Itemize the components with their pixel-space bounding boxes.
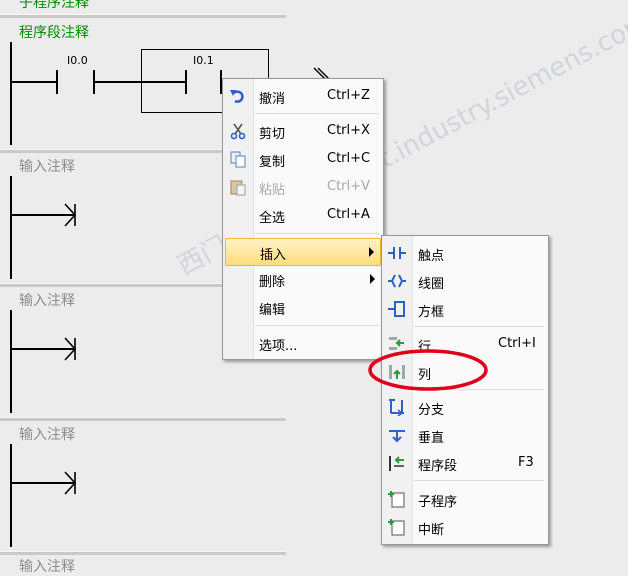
power-rail bbox=[10, 42, 12, 145]
power-rail bbox=[10, 444, 12, 547]
context-menu: 撤消 Ctrl+Z 剪切 Ctrl+X 复制 Ctrl+C 粘贴 Ctrl+V … bbox=[222, 78, 384, 360]
network-icon bbox=[389, 456, 404, 471]
contact-i0-1-left[interactable] bbox=[185, 70, 187, 94]
submenu-item-network[interactable]: 程序段 F3 bbox=[384, 450, 546, 476]
box-icon bbox=[388, 301, 405, 317]
scissors-icon bbox=[230, 123, 246, 140]
annotation-ellipse bbox=[368, 349, 488, 391]
contact-i0-1-label[interactable]: I0.1 bbox=[193, 54, 214, 67]
branch-icon bbox=[389, 399, 404, 416]
menu-item-cut[interactable]: 剪切 Ctrl+X bbox=[225, 118, 381, 144]
contact-icon bbox=[388, 247, 406, 259]
submenu-item-contact[interactable]: 触点 bbox=[384, 240, 546, 266]
subroutine-icon bbox=[388, 491, 405, 508]
submenu-item-subroutine[interactable]: 子程序 bbox=[384, 486, 546, 512]
network-comment[interactable]: 程序段注释 bbox=[19, 22, 89, 42]
paste-icon bbox=[230, 180, 246, 196]
network-separator bbox=[0, 417, 286, 421]
menu-item-insert[interactable]: 插入 bbox=[225, 238, 381, 266]
menu-item-delete[interactable]: 删除 bbox=[225, 266, 381, 292]
copy-icon bbox=[230, 151, 246, 168]
interrupt-icon bbox=[388, 519, 405, 536]
network-separator bbox=[0, 14, 286, 18]
network-comment[interactable]: 输入注释 bbox=[19, 424, 75, 444]
menu-item-options[interactable]: 选项... bbox=[225, 330, 381, 356]
menu-item-edit[interactable]: 编辑 bbox=[225, 294, 381, 320]
menu-item-select-all[interactable]: 全选 Ctrl+A bbox=[225, 202, 381, 228]
rung-wire bbox=[12, 81, 56, 83]
undo-icon bbox=[230, 90, 244, 103]
insert-point-icon bbox=[64, 203, 77, 227]
menu-item-undo[interactable]: 撤消 Ctrl+Z bbox=[225, 83, 381, 109]
insert-point-icon bbox=[64, 337, 77, 361]
menu-separator bbox=[414, 326, 544, 327]
network-comment[interactable]: 输入注释 bbox=[19, 156, 75, 176]
power-rail bbox=[10, 310, 12, 413]
coil-icon bbox=[388, 274, 406, 288]
submenu-item-interrupt[interactable]: 中断 bbox=[384, 514, 546, 540]
submenu-arrow-icon bbox=[370, 274, 375, 284]
submenu-item-branch[interactable]: 分支 bbox=[384, 394, 546, 420]
insert-point-icon bbox=[64, 471, 77, 495]
menu-item-paste[interactable]: 粘贴 Ctrl+V bbox=[225, 174, 381, 200]
submenu-item-vertical[interactable]: 垂直 bbox=[384, 422, 546, 448]
power-rail bbox=[10, 176, 12, 279]
submenu-item-box[interactable]: 方框 bbox=[384, 296, 546, 322]
menu-separator bbox=[255, 325, 379, 326]
menu-separator bbox=[255, 113, 379, 114]
vertical-icon bbox=[389, 430, 405, 443]
submenu-item-coil[interactable]: 线圈 bbox=[384, 268, 546, 294]
contact-i0-0-label[interactable]: I0.0 bbox=[67, 54, 88, 67]
menu-item-copy[interactable]: 复制 Ctrl+C bbox=[225, 146, 381, 172]
contact-i0-0-left[interactable] bbox=[56, 70, 58, 94]
subroutine-comment[interactable]: 子程序注释 bbox=[19, 0, 89, 12]
network-separator bbox=[0, 551, 286, 555]
menu-separator bbox=[414, 480, 544, 481]
network-comment[interactable]: 输入注释 bbox=[19, 556, 75, 576]
network-comment[interactable]: 输入注释 bbox=[19, 290, 75, 310]
menu-separator bbox=[255, 233, 379, 234]
submenu-arrow-icon bbox=[369, 247, 374, 257]
